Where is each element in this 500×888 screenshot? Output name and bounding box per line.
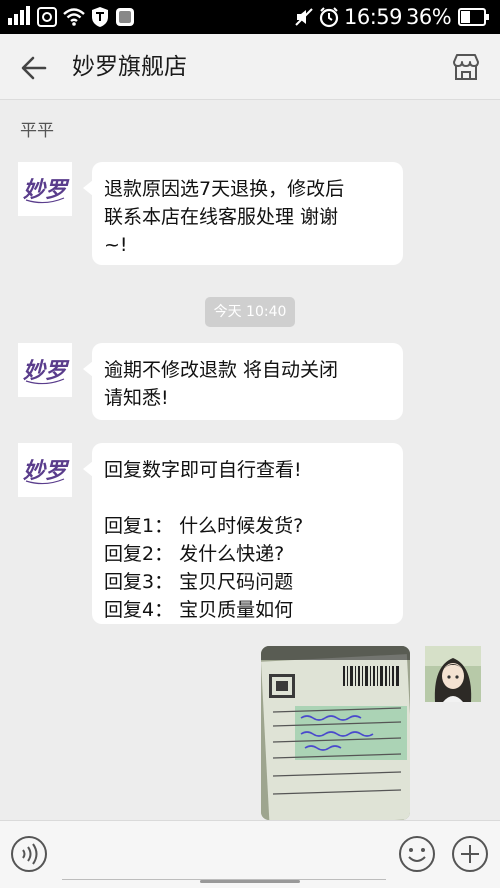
alarm-icon xyxy=(318,0,340,34)
brand-logo-icon: 妙罗 xyxy=(23,458,70,485)
sender-name: 平平 xyxy=(20,121,54,141)
message-bubble: 逾期不修改退款 将自动关闭 请知悉! xyxy=(83,343,403,420)
user-avatar[interactable] xyxy=(425,646,481,702)
message-input[interactable] xyxy=(62,833,386,880)
wifi-icon xyxy=(62,0,86,34)
plus-icon[interactable] xyxy=(451,835,489,873)
shop-avatar[interactable]: 妙罗 xyxy=(18,443,72,497)
hd-icon xyxy=(36,0,58,34)
shop-avatar[interactable]: 妙罗 xyxy=(18,343,72,397)
shop-avatar[interactable]: 妙罗 xyxy=(18,162,72,216)
svg-text:妙罗: 妙罗 xyxy=(23,358,70,384)
brand-logo-icon: 妙罗 xyxy=(23,358,70,385)
sent-image-message[interactable] xyxy=(261,646,410,820)
shield-icon xyxy=(90,0,110,34)
gesture-bar xyxy=(200,880,300,883)
voice-icon[interactable] xyxy=(10,835,48,873)
status-time: 16:59 xyxy=(344,5,403,29)
battery-percent: 36% xyxy=(406,5,452,29)
brand-logo-icon: 妙罗 xyxy=(23,177,70,204)
input-bar xyxy=(0,820,500,888)
status-bar: 16:59 36% xyxy=(0,0,500,34)
back-icon[interactable] xyxy=(20,54,48,82)
svg-text:妙罗: 妙罗 xyxy=(23,458,70,484)
store-icon[interactable] xyxy=(450,51,482,83)
emoji-icon[interactable] xyxy=(398,835,436,873)
notification-app-icon xyxy=(115,0,135,34)
battery-icon xyxy=(458,0,490,34)
timestamp-badge: 今天 10:40 xyxy=(205,297,295,327)
message-bubble: 回复数字即可自行查看! 回复1： 什么时候发货? 回复2： 发什么快递? 回复3… xyxy=(83,443,403,624)
svg-text:妙罗: 妙罗 xyxy=(23,177,70,203)
mute-icon xyxy=(293,0,315,34)
page-title: 妙罗旗舰店 xyxy=(72,54,187,80)
message-bubble: 退款原因选7天退换，修改后 联系本店在线客服处理 谢谢 ~! xyxy=(83,162,403,265)
chat-header: 妙罗旗舰店 xyxy=(0,34,500,100)
signal-icon xyxy=(8,0,30,34)
